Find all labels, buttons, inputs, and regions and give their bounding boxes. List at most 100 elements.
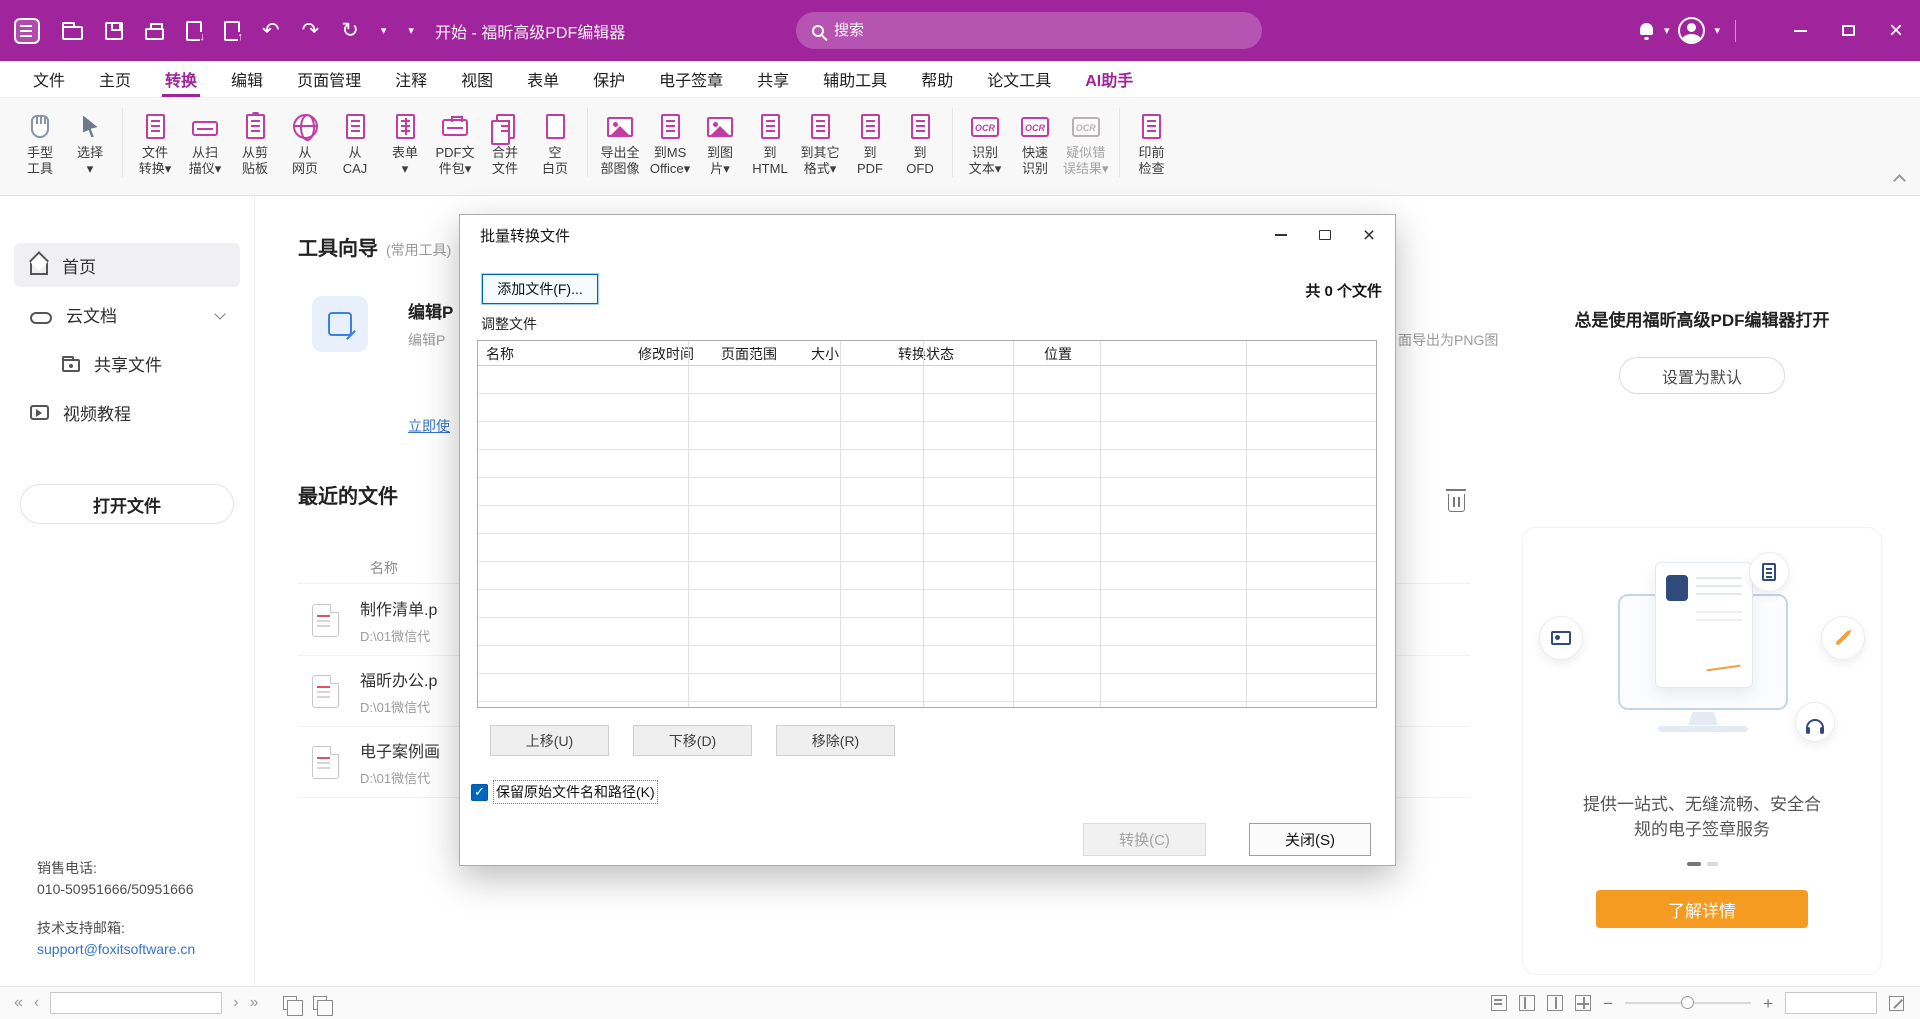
minimize-button[interactable] <box>1776 0 1824 61</box>
pdf-package[interactable]: PDF文件包▾ <box>430 108 480 177</box>
export-all-images[interactable]: 导出全部图像 <box>595 108 645 177</box>
export-file-icon[interactable] <box>186 21 202 41</box>
dialog-close-button[interactable]: × <box>1347 219 1391 251</box>
blank-page[interactable]: 空白页 <box>530 108 580 177</box>
dialog-titlebar[interactable]: 批量转换文件 × <box>460 215 1395 255</box>
to-html[interactable]: 到HTML <box>745 108 795 177</box>
save-icon[interactable] <box>105 22 123 40</box>
menu-home[interactable]: 主页 <box>82 61 148 97</box>
menu-view[interactable]: 视图 <box>444 61 510 97</box>
add-files-button[interactable]: 添加文件(F)... <box>482 274 598 304</box>
customize-toolbar-caret-icon[interactable]: ▾ <box>408 24 414 37</box>
table-column-header[interactable]: 位置 <box>1036 341 1072 365</box>
single-page-view-icon[interactable] <box>1491 995 1507 1011</box>
keep-original-checkbox[interactable]: ✓ 保留原始文件名和路径(K) <box>471 781 657 803</box>
to-ms-office[interactable]: 到MSOffice▾ <box>645 108 695 177</box>
files-table-body[interactable] <box>478 366 1376 707</box>
zoom-slider-thumb[interactable] <box>1681 996 1694 1009</box>
edit-pdf-card-icon[interactable] <box>312 296 368 352</box>
table-column-header[interactable]: 大小 <box>803 341 890 365</box>
menu-edit[interactable]: 编辑 <box>214 61 280 97</box>
next-page-icon[interactable]: › <box>233 995 238 1011</box>
dialog-maximize-button[interactable] <box>1303 219 1347 251</box>
account-caret-icon[interactable]: ▾ <box>1714 24 1720 37</box>
last-page-icon[interactable]: » <box>250 995 259 1011</box>
select-tool[interactable]: 选择▾ <box>65 108 115 177</box>
search-box[interactable] <box>796 12 1262 49</box>
table-column-header[interactable]: 修改时间 <box>630 341 713 365</box>
menu-convert[interactable]: 转换 <box>148 61 214 97</box>
fullscreen-icon[interactable] <box>1889 996 1904 1011</box>
move-down-button[interactable]: 下移(D) <box>633 725 752 756</box>
close-button[interactable]: × <box>1872 0 1920 61</box>
carousel-dot[interactable] <box>1707 862 1718 866</box>
menu-file[interactable]: 文件 <box>16 61 82 97</box>
form-tool[interactable]: 表单▾ <box>380 108 430 177</box>
continuous-view-icon[interactable] <box>1519 995 1535 1011</box>
previous-page-icon[interactable]: ‹ <box>34 995 39 1011</box>
to-image[interactable]: 到图片▾ <box>695 108 745 177</box>
table-column-header[interactable]: 名称 <box>478 341 630 365</box>
from-caj[interactable]: 从CAJ <box>330 108 380 177</box>
search-input[interactable] <box>834 22 1246 39</box>
menu-esign[interactable]: 电子签章 <box>642 61 740 97</box>
to-ofd[interactable]: 到OFD <box>895 108 945 177</box>
chevron-down-icon[interactable] <box>214 308 225 319</box>
menu-accessibility[interactable]: 辅助工具 <box>806 61 904 97</box>
remove-button[interactable]: 移除(R) <box>776 725 895 756</box>
menu-share[interactable]: 共享 <box>740 61 806 97</box>
ocr-recognize-text[interactable]: 识别文本▾ <box>960 108 1010 177</box>
clipboard-pages-icon[interactable] <box>313 996 327 1010</box>
zoom-out-icon[interactable]: − <box>1603 995 1613 1012</box>
learn-more-button[interactable]: 了解详情 <box>1596 890 1808 928</box>
page-number-input[interactable] <box>50 992 222 1014</box>
files-table[interactable]: 名称 修改时间 页面范围 大小 转换状态 位置 <box>477 340 1377 708</box>
notifications-caret-icon[interactable]: ▾ <box>1664 24 1670 37</box>
from-web[interactable]: 从网页 <box>280 108 330 177</box>
share-icon[interactable]: ↻ <box>341 20 359 41</box>
from-clipboard[interactable]: 从剪贴板 <box>230 108 280 177</box>
snapshot-icon[interactable] <box>283 996 297 1010</box>
print-icon[interactable] <box>145 28 164 40</box>
clear-recent-trash-icon[interactable] <box>1448 494 1465 512</box>
checkbox-checked-icon[interactable]: ✓ <box>471 784 488 801</box>
move-up-button[interactable]: 上移(U) <box>490 725 609 756</box>
facing-view-icon[interactable] <box>1547 995 1563 1011</box>
to-pdf[interactable]: 到PDF <box>845 108 895 177</box>
convert-button[interactable]: 转换(C) <box>1083 823 1206 856</box>
ocr-suspect-results[interactable]: 疑似错误结果▾ <box>1060 108 1112 177</box>
notifications-bell-icon[interactable] <box>1638 22 1655 39</box>
to-other-format[interactable]: 到其它格式▾ <box>795 108 845 177</box>
support-email-link[interactable]: support@foxitsoftware.cn <box>37 941 195 957</box>
menu-page-manage[interactable]: 页面管理 <box>280 61 378 97</box>
set-default-button[interactable]: 设置为默认 <box>1619 357 1785 394</box>
share-caret-icon[interactable]: ▾ <box>381 24 387 37</box>
zoom-in-icon[interactable]: + <box>1763 995 1773 1012</box>
zoom-slider[interactable] <box>1625 1002 1751 1004</box>
zoom-percent-input[interactable] <box>1785 992 1877 1014</box>
carousel-dot-active[interactable] <box>1687 862 1701 866</box>
open-folder-icon[interactable] <box>62 26 83 40</box>
sidebar-item-cloud-docs[interactable]: 云文档 <box>14 292 240 336</box>
dialog-minimize-button[interactable] <box>1259 219 1303 251</box>
redo-icon[interactable]: ↷ <box>302 20 320 41</box>
menu-help[interactable]: 帮助 <box>904 61 970 97</box>
dialog-close-action-button[interactable]: 关闭(S) <box>1249 823 1371 856</box>
create-pdf-icon[interactable] <box>224 21 240 41</box>
table-column-header[interactable]: 转换状态 <box>890 341 1036 365</box>
account-avatar[interactable] <box>1678 17 1705 44</box>
preflight-check[interactable]: 印前检查 <box>1127 108 1177 177</box>
menu-paper-tools[interactable]: 论文工具 <box>970 61 1068 97</box>
undo-icon[interactable]: ↶ <box>262 20 280 41</box>
sidebar-item-shared-files[interactable]: 共享文件 <box>46 341 240 385</box>
menu-protect[interactable]: 保护 <box>576 61 642 97</box>
menu-form[interactable]: 表单 <box>510 61 576 97</box>
sidebar-item-home[interactable]: 首页 <box>14 243 240 287</box>
sidebar-item-video-tutorials[interactable]: 视频教程 <box>14 390 240 434</box>
from-scanner[interactable]: 从扫描仪▾ <box>180 108 230 177</box>
grid-view-icon[interactable] <box>1575 995 1591 1011</box>
use-now-link[interactable]: 立即使 <box>408 416 450 436</box>
merge-files[interactable]: 合并文件 <box>480 108 530 177</box>
menu-ai-assistant[interactable]: AI助手 <box>1068 61 1150 97</box>
open-file-button[interactable]: 打开文件 <box>20 484 234 524</box>
